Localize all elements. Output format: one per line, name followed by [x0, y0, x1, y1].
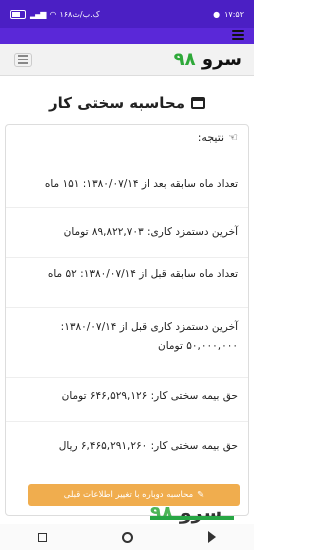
- pencil-icon: ✎: [197, 490, 205, 500]
- watermark-number: ۹۸: [150, 502, 174, 524]
- brand-number: ۹۸: [173, 49, 196, 70]
- green-bar: [150, 516, 234, 520]
- result-row-months-before: تعداد ماه سابقه قبل از ۱۳۸۰/۰۷/۱۴: ۵۲ ما…: [47, 268, 238, 280]
- recents-icon[interactable]: [37, 532, 47, 542]
- notification-icon: ●: [213, 9, 221, 19]
- back-icon[interactable]: [208, 531, 217, 543]
- navbar: سرو ۹۸: [0, 44, 254, 76]
- result-row-wage-before: آخرین دستمزد کاری قبل از ۱۳۸۰/۰۷/۱۴: ۵۰,…: [60, 321, 238, 352]
- result-row-insurance-toman: حق بیمه سختی کار: ۶۴۶,۵۲۹,۱۲۶ تومان: [61, 390, 238, 402]
- clock: ۱۷:۵۲: [224, 9, 244, 19]
- status-right: ● ۱۷:۵۲: [213, 10, 244, 19]
- result-label-container: ☜ نتیجه:: [198, 131, 238, 144]
- menu-icon[interactable]: [232, 30, 244, 40]
- result-row-months-after: تعداد ماه سابقه بعد از ۱۳۸۰/۰۷/۱۴: ۱۵۱ م…: [44, 178, 238, 190]
- brand-watermark: سرو ۹۸: [150, 502, 222, 524]
- result-row-last-wage: آخرین دستمزد کاری: ۸۹,۸۲۲,۷۰۳ تومان: [63, 226, 238, 238]
- window-icon: [191, 97, 205, 109]
- result-card: ☜ نتیجه: تعداد ماه سابقه بعد از ۱۳۸۰/۰۷/…: [5, 124, 249, 516]
- battery-icon: [10, 9, 26, 19]
- top-toolbar: [0, 28, 254, 44]
- divider: [6, 421, 248, 422]
- wifi-icon: ◠: [49, 9, 56, 19]
- network-speed: ۱۶۸ک.ب/ث: [59, 9, 100, 19]
- brand-logo[interactable]: سرو ۹۸: [174, 49, 242, 70]
- brand-name: سرو: [201, 49, 242, 70]
- page-title: محاسبه سختی کار: [49, 94, 185, 112]
- divider: [6, 207, 248, 208]
- result-label: نتیجه:: [197, 131, 225, 144]
- divider: [6, 377, 248, 378]
- result-row-insurance-rial: حق بیمه سختی کار: ۶,۴۶۵,۲۹۱,۲۶۰ ریال: [58, 440, 238, 452]
- status-bar: ▂▄▆ ◠ ۱۶۸ک.ب/ث ● ۱۷:۵۲: [0, 0, 254, 28]
- hamburger-icon[interactable]: [14, 52, 32, 67]
- watermark-name: سرو: [179, 502, 223, 524]
- page-title-container: محاسبه سختی کار: [0, 88, 254, 118]
- signal-icon: ▂▄▆: [30, 9, 47, 19]
- hand-point-icon: ☜: [228, 131, 238, 144]
- divider: [6, 257, 248, 258]
- status-left: ▂▄▆ ◠ ۱۶۸ک.ب/ث: [10, 9, 100, 19]
- home-icon[interactable]: [121, 531, 133, 543]
- recalculate-label: محاسبه دوباره با تغییر اطلاعات قبلی: [63, 490, 194, 500]
- system-nav-bar: [0, 524, 254, 550]
- divider: [6, 307, 248, 308]
